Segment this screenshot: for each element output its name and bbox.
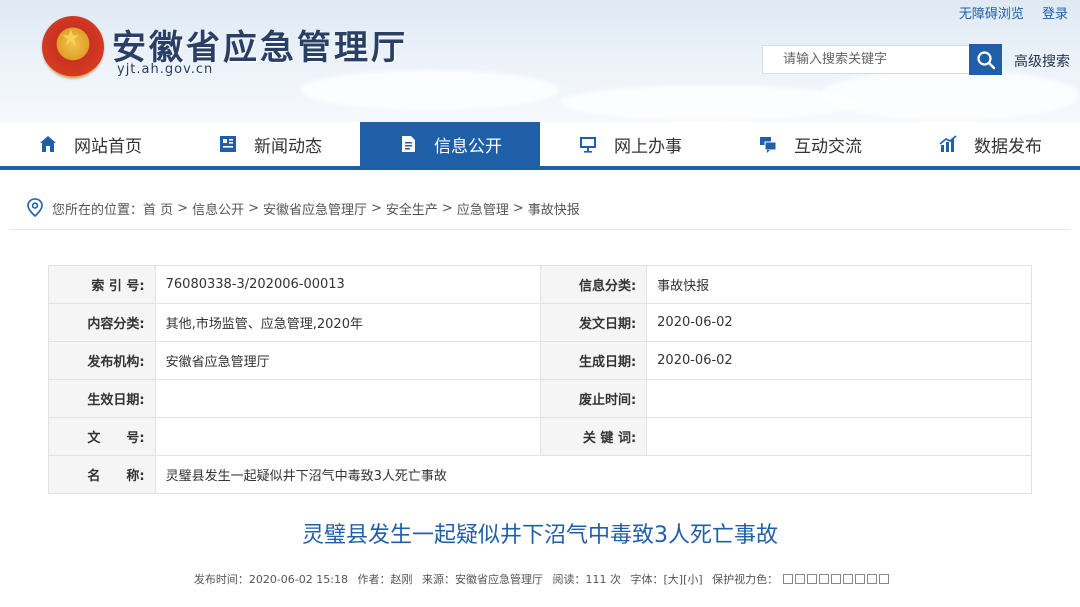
breadcrumb-department[interactable]: 安徽省应急管理厅 [263,199,367,218]
meta-value: 其他,市场监管、应急管理,2020年 [154,303,541,342]
color-swatch[interactable] [783,574,794,584]
meta-label: 发文日期: [539,303,648,342]
meta-label: 内容分类: [48,303,156,342]
search-icon [976,50,995,69]
article-author: 作者：赵刚 [357,573,413,586]
breadcrumb: 您所在的位置： 首 页 > 信息公开 > 安徽省应急管理厅 > 安全生产 > 应… [0,193,1080,223]
publish-time: 发布时间：2020-06-02 15:18 [193,573,348,586]
table-row: 发布机构: 安徽省应急管理厅 生成日期: 2020-06-02 [48,341,1032,380]
article-info-bar: 发布时间：2020-06-02 15:18 作者：赵刚 来源：安徽省应急管理厅 … [0,571,1080,587]
meta-label: 生效日期: [48,379,156,418]
cloud-decoration [820,70,1080,120]
table-row: 名 称: 灵璧县发生一起疑似井下沼气中毒致3人死亡事故 [48,455,1033,494]
table-row: 文 号: 关 键 词: [48,417,1032,456]
meta-value: 灵璧县发生一起疑似井下沼气中毒致3人死亡事故 [154,455,1033,494]
breadcrumb-separator: > [441,200,453,216]
main-nav: 网站首页 新闻动态 信息公开 网上办事 互动交流 数据发布 [0,122,1080,170]
nav-item-online-service[interactable]: 网上办事 [540,122,720,166]
breadcrumb-safety-production[interactable]: 安全生产 [386,199,438,218]
meta-label: 索 引 号: [48,265,156,304]
nav-item-interaction[interactable]: 互动交流 [720,122,900,166]
meta-label: 关 键 词: [539,417,648,456]
color-swatch[interactable] [867,574,878,584]
table-row: 内容分类: 其他,市场监管、应急管理,2020年 发文日期: 2020-06-0… [48,303,1032,342]
breadcrumb-prefix: 您所在的位置： [52,202,144,218]
nav-item-info-disclosure[interactable]: 信息公开 [360,122,540,166]
eye-protect-label: 保护视力色： [712,573,779,586]
breadcrumb-accident-report[interactable]: 事故快报 [528,199,580,218]
nav-item-label: 互动交流 [794,136,862,157]
meta-label: 发布机构: [48,341,156,380]
color-swatch[interactable] [843,574,854,584]
article-title: 灵璧县发生一起疑似井下沼气中毒致3人死亡事故 [302,523,778,548]
breadcrumb-separator: > [248,200,259,216]
color-swatch[interactable] [819,574,830,584]
meta-value: 2020-06-02 [646,303,1032,342]
nav-item-news[interactable]: 新闻动态 [180,122,360,166]
view-count: 阅读：111 次 [552,573,621,586]
breadcrumb-info-disclosure[interactable]: 信息公开 [192,199,244,218]
nav-item-label: 网上办事 [614,136,682,157]
meta-value [154,417,541,456]
font-label-text: 字体： [630,573,664,586]
nav-item-data-release[interactable]: 数据发布 [900,122,1080,166]
table-row: 生效日期: 废止时间: [48,379,1032,418]
top-links: 无障碍浏览 登录 [945,3,1068,22]
meta-label: 生成日期: [539,341,648,380]
eye-protect-swatches [781,573,890,586]
table-row: 索 引 号: 76080338-3/202006-00013 信息分类: 事故快… [48,265,1032,304]
meta-value: 安徽省应急管理厅 [154,341,541,380]
breadcrumb-divider [10,229,1070,230]
breadcrumb-separator: > [371,200,382,216]
document-icon [398,134,418,154]
font-large-button[interactable]: [大] [663,573,683,586]
national-emblem-logo[interactable]: ★ [42,16,104,78]
nav-item-label: 新闻动态 [254,136,322,157]
breadcrumb-separator: > [512,200,524,216]
accessible-browse-link[interactable]: 无障碍浏览 [959,7,1024,22]
chart-icon [938,134,958,154]
meta-value [646,379,1032,418]
meta-label: 名 称: [48,455,156,494]
meta-value [646,417,1032,456]
breadcrumb-home[interactable]: 首 页 [143,199,173,218]
site-header: ★ 安徽省应急管理厅 yjt.ah.gov.cn 无障碍浏览 登录 高级搜索 [0,0,1080,122]
monitor-icon [578,134,598,154]
color-swatch[interactable] [807,574,818,584]
meta-value: 事故快报 [646,265,1032,304]
meta-value [154,379,541,418]
article-source: 来源：安徽省应急管理厅 [421,573,543,586]
nav-item-label: 信息公开 [434,136,502,157]
color-swatch[interactable] [855,574,866,584]
breadcrumb-emergency-management[interactable]: 应急管理 [457,199,509,218]
search-button[interactable] [969,44,1002,75]
login-link[interactable]: 登录 [1042,7,1068,22]
location-pin-icon [26,198,44,218]
nav-item-label: 网站首页 [74,136,142,157]
home-icon [38,134,58,154]
color-swatch[interactable] [831,574,842,584]
font-small-button[interactable]: [小] [683,573,703,586]
site-domain: yjt.ah.gov.cn [117,62,214,77]
color-swatch[interactable] [879,574,890,584]
cloud-decoration [560,85,860,120]
news-icon [218,134,238,154]
breadcrumb-separator: > [177,200,189,216]
info-metadata-table: 索 引 号: 76080338-3/202006-00013 信息分类: 事故快… [48,265,1033,494]
meta-label: 信息分类: [539,265,648,304]
meta-value: 76080338-3/202006-00013 [154,265,541,304]
meta-label: 文 号: [48,417,156,456]
nav-item-home[interactable]: 网站首页 [0,122,180,166]
chat-icon [758,134,778,154]
nav-item-label: 数据发布 [974,136,1042,157]
meta-value: 2020-06-02 [646,341,1032,380]
advanced-search-link[interactable]: 高级搜索 [1014,51,1070,71]
font-size-label: 字体：[大][小] [630,573,702,586]
color-swatch[interactable] [795,574,806,584]
cloud-decoration [300,70,560,110]
meta-label: 废止时间: [539,379,648,418]
search-input[interactable] [762,45,970,74]
